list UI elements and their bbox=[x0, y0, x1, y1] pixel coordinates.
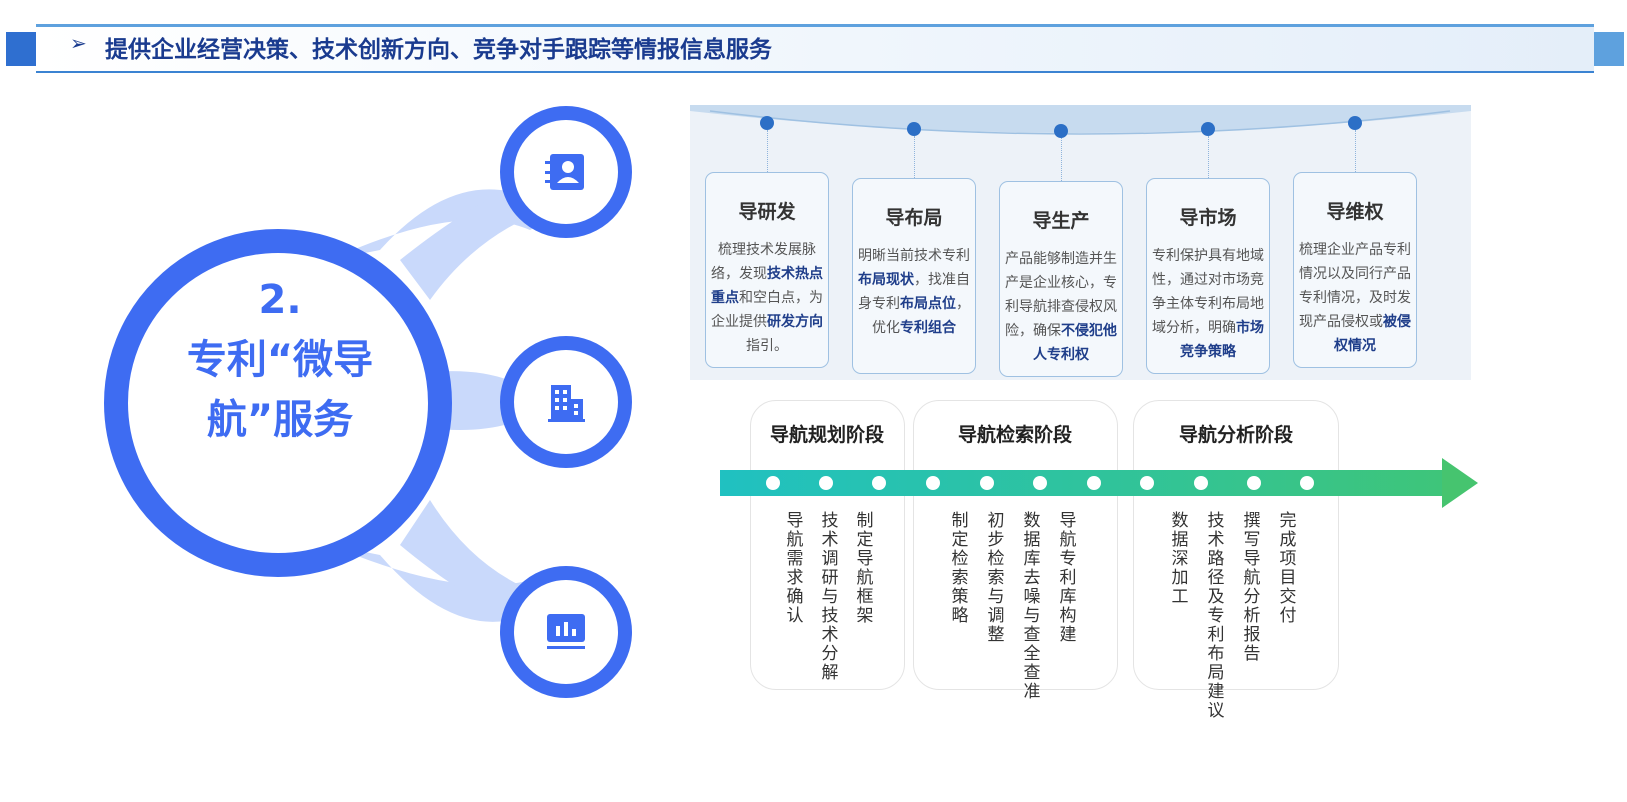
card-highlight: 不 bbox=[1061, 323, 1075, 339]
card-text: ，找 bbox=[914, 272, 942, 288]
timeline-node bbox=[1194, 476, 1208, 490]
guide-card: 导布局 明晰当前技术专利布局现状，找准自身专利布局点位，优化专利组合 bbox=[852, 178, 976, 374]
timeline-node bbox=[1140, 476, 1154, 490]
timeline-node bbox=[766, 476, 780, 490]
card-highlight: 技术热 bbox=[767, 266, 809, 282]
guide-card-body: 梳理技术发展脉络，发现技术热点重点和空白点，为企业提供研发方向指引。 bbox=[706, 238, 828, 358]
card-text: 梳理企业产品专 bbox=[1299, 242, 1397, 258]
card-text: 专利保护具有地域 bbox=[1152, 248, 1264, 264]
header-right-accent bbox=[1594, 32, 1624, 66]
card-text: 利 bbox=[956, 248, 970, 264]
card-connector-dot bbox=[1348, 116, 1362, 130]
guide-card-title: 导生产 bbox=[1032, 210, 1090, 232]
card-highlight: 方向 bbox=[795, 314, 823, 330]
card-connector-line bbox=[767, 130, 768, 172]
stage-step: 初步检索与调整 bbox=[987, 511, 1005, 645]
guide-card-title: 导市场 bbox=[1179, 207, 1237, 229]
card-connector-dot bbox=[1201, 122, 1215, 136]
card-text: 和空白点， bbox=[739, 290, 809, 306]
card-text: 争主体专利布局地 bbox=[1152, 296, 1264, 312]
card-text: 性，通过对市场竞 bbox=[1152, 272, 1264, 288]
stage-step: 撰写导航分析报告 bbox=[1243, 511, 1261, 664]
stage-step: 导航专利库构建 bbox=[1059, 511, 1077, 645]
building-icon bbox=[548, 385, 585, 422]
guide-card: 导生产产品能够制造并生产是企业核心，专利导航排查侵权风险，确保不侵犯他人专利权 bbox=[999, 181, 1123, 377]
stage-title: 导航分析阶段 bbox=[1178, 424, 1293, 446]
contact-book-icon bbox=[545, 154, 584, 190]
stage-step: 制定检索策略 bbox=[951, 511, 969, 626]
card-connector-line bbox=[1061, 138, 1062, 181]
guide-card-body: 明晰当前技术专利布局现状，找准自身专利布局点位，优化专利组合 bbox=[853, 244, 975, 340]
timeline-node bbox=[926, 476, 940, 490]
timeline-node bbox=[980, 476, 994, 490]
stage-title: 导航规划阶段 bbox=[769, 424, 884, 446]
card-text: 络，发现 bbox=[711, 266, 767, 282]
card-highlight: 竞争策略 bbox=[1180, 344, 1236, 360]
card-highlight: 市场 bbox=[1236, 320, 1264, 336]
card-highlight: 专利 bbox=[900, 320, 928, 336]
guide-card-body: 产品能够制造并生产是企业核心，专利导航排查侵权风险，确保不侵犯他人专利权 bbox=[1000, 247, 1122, 367]
guide-card: 导市场专利保护具有地域性，通过对市场竞争主体专利布局地域分析，明确市场竞争策略 bbox=[1146, 178, 1270, 374]
icon-circle-3 bbox=[500, 566, 632, 698]
card-highlight: 研发 bbox=[767, 314, 795, 330]
card-connector-line bbox=[1208, 136, 1209, 178]
timeline-node bbox=[1033, 476, 1047, 490]
timeline-node bbox=[819, 476, 833, 490]
center-title: 2. 专利“微导 航”服务 bbox=[150, 270, 410, 450]
card-connector-line bbox=[1355, 130, 1356, 172]
timeline-node bbox=[872, 476, 886, 490]
chart-board-icon bbox=[547, 614, 585, 649]
icon-circle-2 bbox=[500, 336, 632, 468]
center-title-line3: 航”服务 bbox=[206, 397, 354, 443]
center-title-line1: 2. bbox=[258, 277, 302, 323]
icon-circle-1 bbox=[500, 106, 632, 238]
stage-step: 完成项目交付 bbox=[1279, 511, 1297, 626]
guide-card-body: 梳理企业产品专利情况以及同行产品专利情况，及时发现产品侵权或被侵权情况 bbox=[1294, 238, 1416, 358]
stage-title: 导航检索阶段 bbox=[957, 424, 1072, 446]
timeline-arrowhead bbox=[1442, 458, 1478, 508]
card-highlight: 点位 bbox=[928, 296, 956, 312]
card-text: 权或 bbox=[1355, 314, 1383, 330]
timeline-node bbox=[1247, 476, 1261, 490]
guide-card-title: 导布局 bbox=[885, 207, 943, 229]
card-highlight: 组合 bbox=[928, 320, 956, 336]
card-connector-dot bbox=[1054, 124, 1068, 138]
timeline-node bbox=[1300, 476, 1314, 490]
card-highlight: 布局现状 bbox=[858, 272, 914, 288]
card-text: 产品能够制造并 bbox=[1005, 251, 1103, 267]
stage-step: 数据库去噪与查全查准 bbox=[1023, 511, 1041, 702]
stage-step: 技术调研与技术分解 bbox=[821, 511, 839, 683]
card-text: 明晰当前技术专 bbox=[858, 248, 956, 264]
guide-card-title: 导维权 bbox=[1326, 201, 1384, 223]
center-title-line2: 专利“微导 bbox=[186, 337, 374, 383]
card-connector-dot bbox=[907, 122, 921, 136]
stage-step: 制定导航框架 bbox=[856, 511, 874, 626]
guide-card-title: 导研发 bbox=[738, 201, 796, 223]
guide-card: 导研发 梳理技术发展脉络，发现技术热点重点和空白点，为企业提供研发方向指引。 bbox=[705, 172, 829, 368]
guide-card-body: 专利保护具有地域性，通过对市场竞争主体专利布局地域分析，明确市场竞争策略 bbox=[1147, 244, 1269, 364]
card-highlight: 布局 bbox=[900, 296, 928, 312]
stage-step: 技术路径及专利布局建议 bbox=[1207, 511, 1225, 721]
card-connector-dot bbox=[760, 116, 774, 130]
card-connector-line bbox=[914, 136, 915, 178]
card-text: 梳理技术发展脉 bbox=[718, 242, 816, 258]
guide-card: 导维权梳理企业产品专利情况以及同行产品专利情况，及时发现产品侵权或被侵权情况 bbox=[1293, 172, 1417, 368]
timeline-node bbox=[1087, 476, 1101, 490]
card-text: 指引。 bbox=[746, 338, 788, 354]
stage-step: 导航需求确认 bbox=[786, 511, 804, 626]
stage-step: 数据深加工 bbox=[1171, 511, 1189, 607]
card-text: 域分析，明确 bbox=[1152, 320, 1236, 336]
